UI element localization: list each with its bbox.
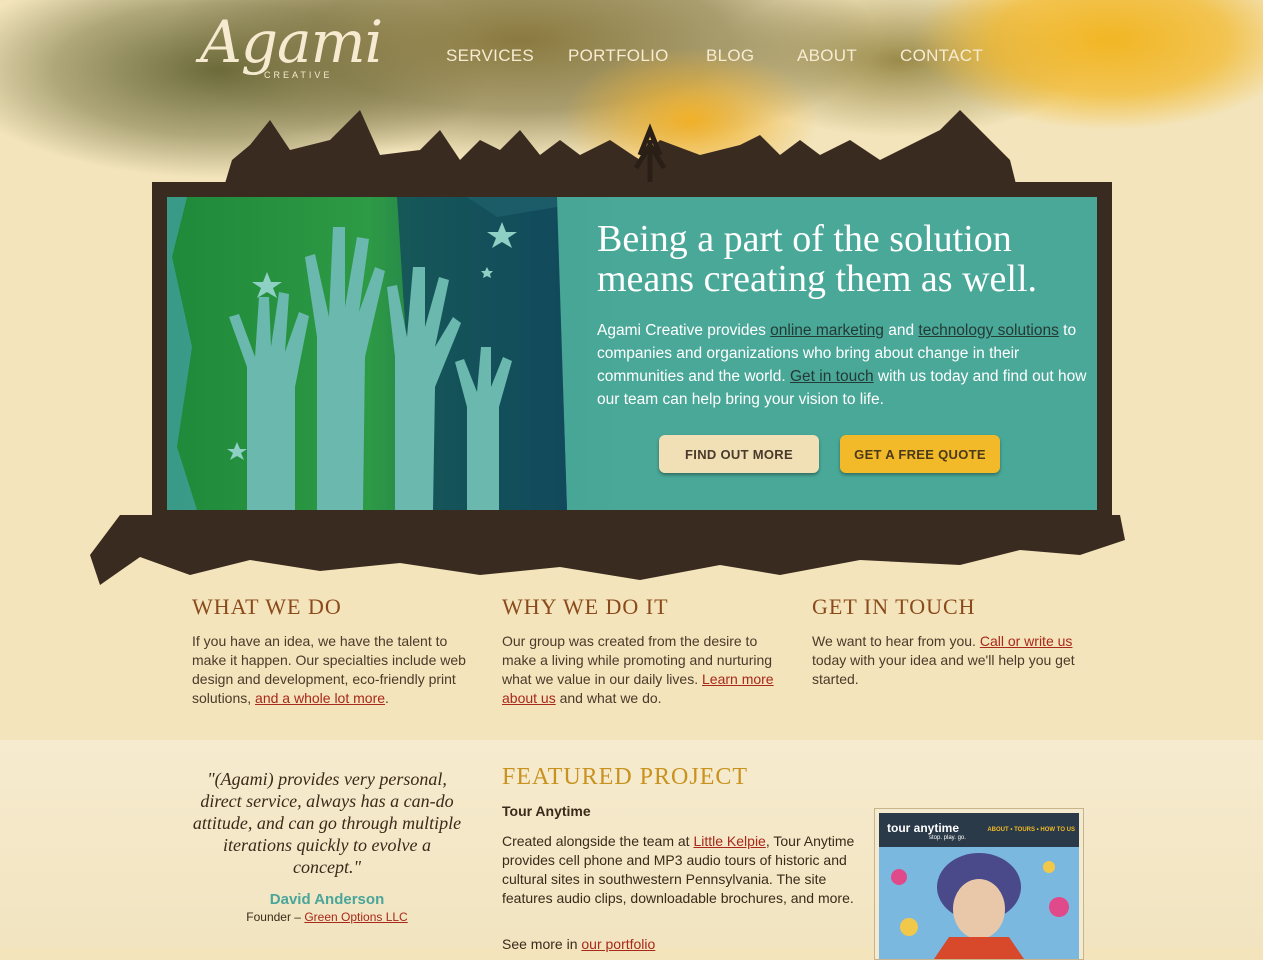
see-more-portfolio: See more in our portfolio: [502, 936, 655, 952]
logo-tagline: CREATIVE: [264, 70, 333, 80]
hero-title: Being a part of the solution means creat…: [597, 219, 1087, 299]
nav-blog[interactable]: BLOG: [706, 46, 754, 66]
hero-description: Agami Creative provides online marketing…: [597, 319, 1087, 411]
what-text-after: .: [385, 690, 389, 706]
whole-lot-more-link[interactable]: and a whole lot more: [255, 690, 385, 706]
hero-title-line1: Being a part of the solution: [597, 218, 1012, 260]
hero-frame: Being a part of the solution means creat…: [152, 182, 1112, 526]
get-in-touch-text: We want to hear from you. Call or write …: [812, 632, 1092, 689]
get-in-touch-section: GET IN TOUCH We want to hear from you. C…: [812, 594, 1092, 689]
our-portfolio-link[interactable]: our portfolio: [581, 936, 655, 952]
little-kelpie-link[interactable]: Little Kelpie: [693, 833, 765, 849]
what-we-do-text: If you have an idea, we have the talent …: [192, 632, 472, 708]
featured-text-1: Created alongside the team at: [502, 833, 694, 849]
why-we-do-it-text: Our group was created from the desire to…: [502, 632, 782, 708]
thumbnail-header: tour anytime stop. play. go. ABOUT • TOU…: [879, 813, 1079, 847]
get-in-touch-link[interactable]: Get in touch: [790, 368, 874, 385]
online-marketing-link[interactable]: online marketing: [770, 322, 884, 339]
nav-services[interactable]: SERVICES: [446, 46, 534, 66]
see-more-text: See more in: [502, 936, 582, 952]
testimonial-quote: "(Agami) provides very personal, direct …: [192, 769, 462, 877]
testimonial-name: David Anderson: [269, 891, 385, 908]
thumbnail-screenshot: tour anytime stop. play. go. ABOUT • TOU…: [879, 813, 1079, 959]
testimonial-role-text: Founder –: [246, 910, 305, 924]
thumbnail-nav: ABOUT • TOURS • HOW TO US: [987, 827, 1075, 833]
get-in-touch-heading: GET IN TOUCH: [812, 594, 976, 619]
green-options-link[interactable]: Green Options LLC: [304, 910, 407, 924]
why-we-do-it-heading: WHY WE DO IT: [502, 594, 669, 619]
thumbnail-logo: tour anytime: [887, 821, 960, 835]
testimonial-role: Founder – Green Options LLC: [192, 910, 462, 924]
featured-project-thumbnail[interactable]: tour anytime stop. play. go. ABOUT • TOU…: [874, 808, 1084, 960]
nav-portfolio[interactable]: PORTFOLIO: [568, 46, 669, 66]
why-we-do-it-section: WHY WE DO IT Our group was created from …: [502, 594, 782, 708]
hero-banner: Being a part of the solution means creat…: [167, 197, 1097, 510]
featured-project-description: Created alongside the team at Little Kel…: [502, 832, 862, 908]
featured-project-name: Tour Anytime: [502, 803, 591, 819]
find-out-more-button[interactable]: FIND OUT MORE: [659, 435, 819, 473]
what-we-do-heading: WHAT WE DO: [192, 594, 342, 619]
hero-title-line2: means creating them as well.: [597, 258, 1038, 300]
free-quote-button[interactable]: GET A FREE QUOTE: [840, 435, 1000, 473]
agami-logo[interactable]: Agami CREATIVE: [200, 8, 383, 103]
nav-contact[interactable]: CONTACT: [900, 46, 983, 66]
hero-text-2: and: [883, 322, 919, 339]
call-or-write-link[interactable]: Call or write us: [980, 633, 1073, 649]
what-we-do-section: WHAT WE DO If you have an idea, we have …: [192, 594, 472, 708]
touch-text-after: today with your idea and we'll help you …: [812, 652, 1075, 687]
raised-hands-illustration: [172, 197, 567, 510]
touch-text: We want to hear from you.: [812, 633, 980, 649]
technology-solutions-link[interactable]: technology solutions: [918, 322, 1058, 339]
nav-about[interactable]: ABOUT: [797, 46, 857, 66]
why-text-after: and what we do.: [555, 690, 662, 706]
hero-text-1: Agami Creative provides: [597, 322, 771, 339]
logo-wordmark: Agami: [200, 8, 383, 76]
thumbnail-tagline: stop. play. go.: [929, 835, 966, 841]
thumbnail-portrait: [879, 847, 1079, 959]
featured-project-heading: FEATURED PROJECT: [502, 764, 749, 790]
